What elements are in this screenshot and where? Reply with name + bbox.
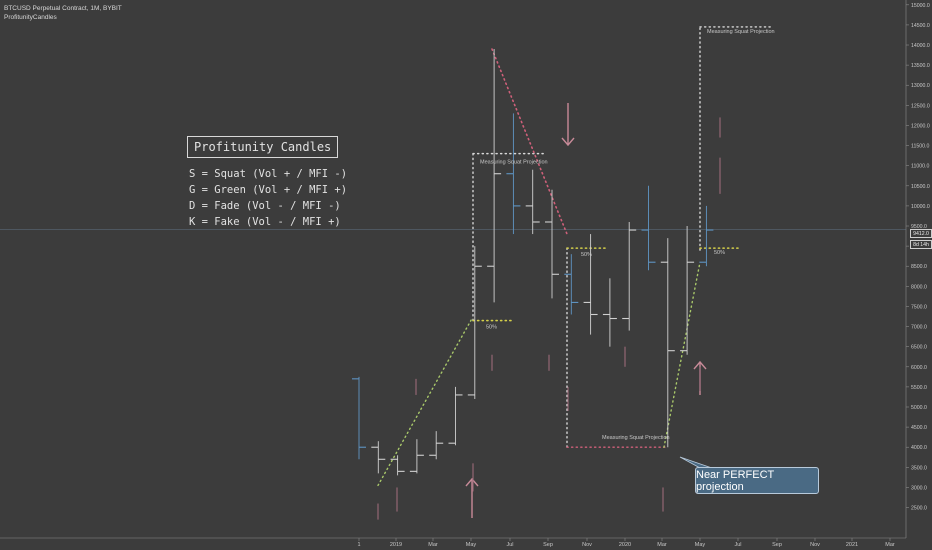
candle-3 (409, 439, 424, 474)
countdown-tag: 8d 14h (910, 240, 932, 249)
y-tick-label: 15000.0 (911, 3, 930, 9)
candle-6 (467, 246, 482, 399)
candle-15 (641, 185, 656, 271)
x-tick-label: Nov (810, 542, 820, 548)
y-tick-label: 4500.0 (911, 425, 927, 431)
fifty-label-1: 50% (486, 325, 497, 331)
legend-title: Profitunity Candles (187, 136, 339, 158)
y-tick-label: 13500.0 (911, 63, 930, 69)
projection-3-label: Measuring Squat Projection (707, 29, 775, 35)
y-tick-label: 13000.0 (911, 83, 930, 89)
near-perfect-callout: Near PERFECT projection (695, 467, 819, 494)
arrow-down-icon (561, 103, 575, 147)
legend-item-fake: K = Fake (Vol - / MFI +) (189, 216, 341, 228)
trend-up-2 (663, 261, 701, 448)
fifty-label-2: 50% (581, 252, 592, 258)
chart-labels: 2500.0 3000.0 3500.0 4000.0 4500.0 5000.0 5500… (357, 3, 929, 548)
candle-5 (448, 386, 463, 446)
x-tick-label: 2020 (619, 542, 631, 548)
projection-2-label: Measuring Squat Projection (602, 435, 670, 441)
chart-overlays (377, 26, 773, 518)
y-tick-label: 3500.0 (911, 465, 927, 471)
candle-9 (525, 169, 540, 235)
candle-10 (545, 189, 559, 299)
x-tick-label: Mar (657, 542, 667, 548)
y-tick-label: 5000.0 (911, 405, 927, 411)
legend-item-squat: S = Squat (Vol + / MFI -) (189, 168, 348, 180)
profitunity-legend: Profitunity Candles S = Squat (Vol + / M… (184, 136, 347, 230)
y-tick-label: 11500.0 (911, 144, 929, 150)
x-tick-label: Nov (582, 542, 592, 548)
x-tick-label: Jul (734, 542, 741, 548)
fifty-label-3: 50% (714, 250, 725, 256)
x-tick-label: Jul (506, 542, 513, 548)
y-tick-label: 11000.0 (911, 164, 929, 170)
candle-18 (699, 205, 714, 267)
y-tick-label: 14000.0 (911, 43, 930, 49)
y-tick-label: 4000.0 (911, 445, 927, 451)
x-tick-label: Sep (543, 542, 553, 548)
arrow-up-icon (465, 477, 479, 518)
x-tick-label: May (695, 542, 706, 548)
y-tick-label: 3000.0 (911, 485, 927, 491)
candle-8 (506, 113, 521, 235)
y-tick-label: 5500.0 (911, 385, 927, 391)
y-tick-label: 10000.0 (911, 204, 930, 210)
y-tick-label: 6500.0 (911, 345, 927, 351)
legend-item-fade: D = Fade (Vol - / MFI -) (189, 200, 341, 212)
candle-2 (390, 455, 405, 476)
chart-grid (0, 0, 909, 541)
x-tick-label: Mar (428, 542, 438, 548)
candles (352, 49, 721, 520)
y-tick-label: 7000.0 (911, 325, 927, 331)
legend-item-green: G = Green (Vol + / MFI +) (189, 184, 348, 196)
candle-14 (622, 221, 637, 331)
candle-1 (371, 441, 386, 474)
x-tick-label: 1 (357, 542, 360, 548)
y-tick-label: 6000.0 (911, 365, 927, 371)
y-tick-label: 7500.0 (911, 304, 927, 310)
trend-up-1 (377, 317, 473, 487)
candle-12 (583, 234, 598, 335)
y-tick-label: 10500.0 (911, 184, 930, 190)
candle-0 (352, 376, 366, 460)
y-tick-label: 12000.0 (911, 123, 930, 129)
candle-4 (429, 431, 444, 460)
y-tick-label: 14500.0 (911, 23, 930, 29)
candle-7 (487, 49, 502, 303)
y-tick-label: 8000.0 (911, 284, 927, 290)
x-tick-label: Sep (772, 542, 782, 548)
candle-17 (680, 226, 695, 355)
y-tick-label: 8500.0 (911, 264, 927, 270)
last-price-tag: 9412.0 (910, 229, 932, 238)
indicator-header: ProfitunityCandles (4, 14, 57, 21)
y-tick-label: 12500.0 (911, 103, 930, 109)
candle-13 (602, 278, 617, 347)
x-tick-label: 2019 (390, 542, 402, 548)
candle-16 (660, 238, 675, 448)
symbol-header: BTCUSD Perpetual Contract, 1M, BYBIT (4, 5, 122, 12)
x-tick-label: May (466, 542, 477, 548)
projection-1-label: Measuring Squat Projection (480, 160, 548, 166)
y-tick-label: 2500.0 (911, 506, 927, 512)
x-tick-label: Mar (885, 542, 895, 548)
x-tick-label: 2021 (846, 542, 858, 548)
